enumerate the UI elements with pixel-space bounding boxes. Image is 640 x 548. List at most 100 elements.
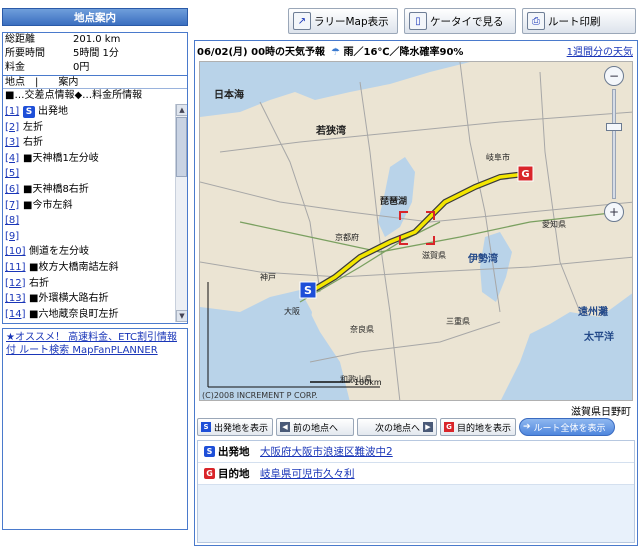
weather-condition-wrap: ☂ 雨／16℃／降水確率90% bbox=[331, 43, 463, 58]
waypoint-item[interactable]: [10] 側道を左分岐 bbox=[3, 244, 175, 260]
show-all-route-button[interactable]: ➔ ルート全体を表示 bbox=[519, 418, 615, 436]
waypoint-number-link[interactable]: [1] bbox=[5, 104, 23, 120]
start-label: 出発地 bbox=[218, 446, 250, 458]
map-label: 若狭湾 bbox=[315, 124, 346, 137]
waypoint-number-link[interactable]: [7] bbox=[5, 198, 23, 214]
waypoint-number-link[interactable]: [2] bbox=[5, 120, 23, 136]
zoom-knob[interactable] bbox=[606, 123, 622, 131]
svg-text:S: S bbox=[304, 284, 312, 297]
waypoint-item[interactable]: [9] bbox=[3, 229, 175, 245]
goal-address-link[interactable]: 岐阜県可児市久々利 bbox=[260, 466, 355, 481]
summary-value: 0円 bbox=[73, 62, 90, 73]
waypoint-guidance: 右折 bbox=[29, 277, 49, 289]
waypoint-item[interactable]: [12] 右折 bbox=[3, 276, 175, 292]
waypoint-item[interactable]: [8] bbox=[3, 213, 175, 229]
arrow-left-icon: ◀ bbox=[280, 422, 290, 432]
weather-bar: 06/02(月) 00時の天気予報 ☂ 雨／16℃／降水確率90% 1週間分の天… bbox=[195, 41, 637, 59]
weekly-weather-link[interactable]: 1週間分の天気 bbox=[567, 43, 633, 58]
map-controls: S 出発地を表示 ◀ 前の地点へ 次の地点へ ▶ G 目的地を表示 ➔ ルート全… bbox=[197, 418, 635, 436]
waypoint-guidance: ■天神橋8右折 bbox=[23, 183, 89, 195]
start-mark-icon: S bbox=[204, 446, 215, 457]
zoom-slider[interactable] bbox=[604, 89, 624, 199]
waypoint-item[interactable]: [7] ■今市左斜 bbox=[3, 198, 175, 214]
zoom-out-icon[interactable]: − bbox=[604, 66, 624, 86]
waypoint-item[interactable]: [3] 右折 bbox=[3, 135, 175, 151]
ad-link[interactable]: ★オススメ！ 高速料金、ETC割引情報付 ルート検索 MapFanPLANNER bbox=[6, 332, 177, 356]
waypoint-number-link[interactable]: [12] bbox=[5, 276, 29, 292]
zoom-control[interactable]: − + bbox=[604, 66, 626, 222]
arrow-right-icon: ▶ bbox=[423, 422, 433, 432]
start-address-link[interactable]: 大阪府大阪市浪速区難波中2 bbox=[260, 444, 393, 459]
waypoint-panel: 地点 | 案内 ■…交差点情報◆…料金所情報 [1] S 出発地 [2] 左折 [3] 右折… bbox=[2, 76, 188, 324]
summary-value: 5時間 1分 bbox=[73, 48, 119, 59]
print-route-button[interactable]: ⎙ ルート印刷 bbox=[522, 8, 636, 34]
prev-point-label: 前の地点へ bbox=[293, 423, 339, 434]
scroll-down-icon[interactable]: ▼ bbox=[176, 310, 187, 322]
next-point-label: 次の地点へ bbox=[374, 423, 420, 434]
waypoint-number-link[interactable]: [6] bbox=[5, 182, 23, 198]
waypoint-item[interactable]: [2] 左折 bbox=[3, 120, 175, 136]
waypoint-guidance: ■今市左斜 bbox=[23, 199, 73, 211]
map-label: 愛知県 bbox=[542, 219, 566, 229]
mobile-button[interactable]: ▯ ケータイで見る bbox=[404, 8, 516, 34]
zoom-in-icon[interactable]: + bbox=[604, 202, 624, 222]
waypoint-item[interactable]: [11] ■枚方大橋南詰左斜 bbox=[3, 260, 175, 276]
summary-key: 総距離 bbox=[5, 34, 35, 45]
map-label: 遠州灘 bbox=[578, 305, 608, 318]
show-goal-button[interactable]: G 目的地を表示 bbox=[440, 418, 516, 436]
summary-time: 所要時間 5時間 1分 bbox=[3, 47, 187, 61]
waypoint-number-link[interactable]: [10] bbox=[5, 244, 29, 260]
waypoint-guidance: 右折 bbox=[23, 137, 43, 149]
summary-distance: 総距離 201.0 km bbox=[3, 33, 187, 47]
scale-label: 100km bbox=[354, 378, 382, 387]
left-panel: 地点案内 総距離 201.0 km 所要時間 5時間 1分 料金 0円 地点 |… bbox=[2, 8, 188, 546]
map-label: 三重県 bbox=[446, 316, 470, 326]
arrow-icon: ↗ bbox=[293, 12, 311, 30]
prev-point-button[interactable]: ◀ 前の地点へ bbox=[276, 418, 354, 436]
summary-key: 所要時間 bbox=[5, 48, 45, 59]
route-endpoints: S 出発地 大阪府大阪市浪速区難波中2 G 目的地 岐阜県可児市久々利 bbox=[197, 440, 635, 543]
summary-key: 料金 bbox=[5, 62, 25, 73]
waypoint-legend: ■…交差点情報◆…料金所情報 bbox=[5, 90, 143, 101]
show-all-route-label: ルート全体を表示 bbox=[533, 423, 606, 434]
scroll-thumb[interactable] bbox=[176, 117, 187, 177]
map-label: 日本海 bbox=[214, 88, 244, 101]
waypoint-item[interactable]: [14] ■六地蔵奈良町左折 bbox=[3, 307, 175, 322]
rally-map-button[interactable]: ↗ ラリーMap表示 bbox=[288, 8, 398, 34]
goal-icon: G bbox=[444, 422, 454, 432]
map-label: 神戸 bbox=[260, 272, 276, 282]
waypoint-number-link[interactable]: [5] bbox=[5, 166, 23, 182]
panel-title: 地点案内 bbox=[2, 8, 188, 26]
waypoint-scrollbar[interactable]: ▲ ▼ bbox=[175, 104, 187, 322]
waypoint-guidance: ■外環横大路右折 bbox=[29, 293, 109, 305]
waypoint-item[interactable]: [4] ■天神橋1左分岐 bbox=[3, 151, 175, 167]
print-route-label: ルート印刷 bbox=[548, 15, 601, 28]
waypoint-item[interactable]: [1] S 出発地 bbox=[3, 104, 175, 120]
waypoint-number-link[interactable]: [14] bbox=[5, 307, 29, 322]
waypoint-guidance: ■天神橋1左分岐 bbox=[23, 152, 99, 164]
show-start-button[interactable]: S 出発地を表示 bbox=[197, 418, 273, 436]
map-canvas[interactable]: S G 日本海 若狭湾 琵琶湖 京都府 滋賀県 岐阜市 愛知県 伊勢湾 三重県 … bbox=[200, 62, 633, 401]
waypoint-number-link[interactable]: [9] bbox=[5, 229, 23, 245]
waypoint-guidance: ■枚方大橋南詰左斜 bbox=[29, 261, 119, 273]
route-map[interactable]: S G 日本海 若狭湾 琵琶湖 京都府 滋賀県 岐阜市 愛知県 伊勢湾 三重県 … bbox=[199, 61, 633, 401]
waypoint-number-link[interactable]: [11] bbox=[5, 260, 29, 276]
waypoint-item[interactable]: [6] ■天神橋8右折 bbox=[3, 182, 175, 198]
next-point-button[interactable]: 次の地点へ ▶ bbox=[357, 418, 437, 436]
waypoint-item[interactable]: [13] ■外環横大路右折 bbox=[3, 291, 175, 307]
map-label: 奈良県 bbox=[350, 324, 374, 334]
waypoint-number-link[interactable]: [13] bbox=[5, 291, 29, 307]
scroll-up-icon[interactable]: ▲ bbox=[176, 104, 187, 116]
goal-tag: G 目的地 bbox=[204, 466, 260, 481]
waypoint-item[interactable]: [5] bbox=[3, 166, 175, 182]
waypoint-number-link[interactable]: [3] bbox=[5, 135, 23, 151]
mobile-label: ケータイで見る bbox=[430, 15, 504, 28]
map-label: 岐阜市 bbox=[486, 152, 510, 162]
svg-text:G: G bbox=[521, 169, 529, 180]
map-label: 滋賀県 bbox=[422, 250, 446, 260]
waypoint-number-link[interactable]: [8] bbox=[5, 213, 23, 229]
map-copyright: (C)2008 INCREMENT P CORP. bbox=[202, 391, 318, 400]
printer-icon: ⎙ bbox=[527, 12, 545, 30]
goal-label: 目的地 bbox=[218, 468, 250, 480]
waypoint-number-link[interactable]: [4] bbox=[5, 151, 23, 167]
